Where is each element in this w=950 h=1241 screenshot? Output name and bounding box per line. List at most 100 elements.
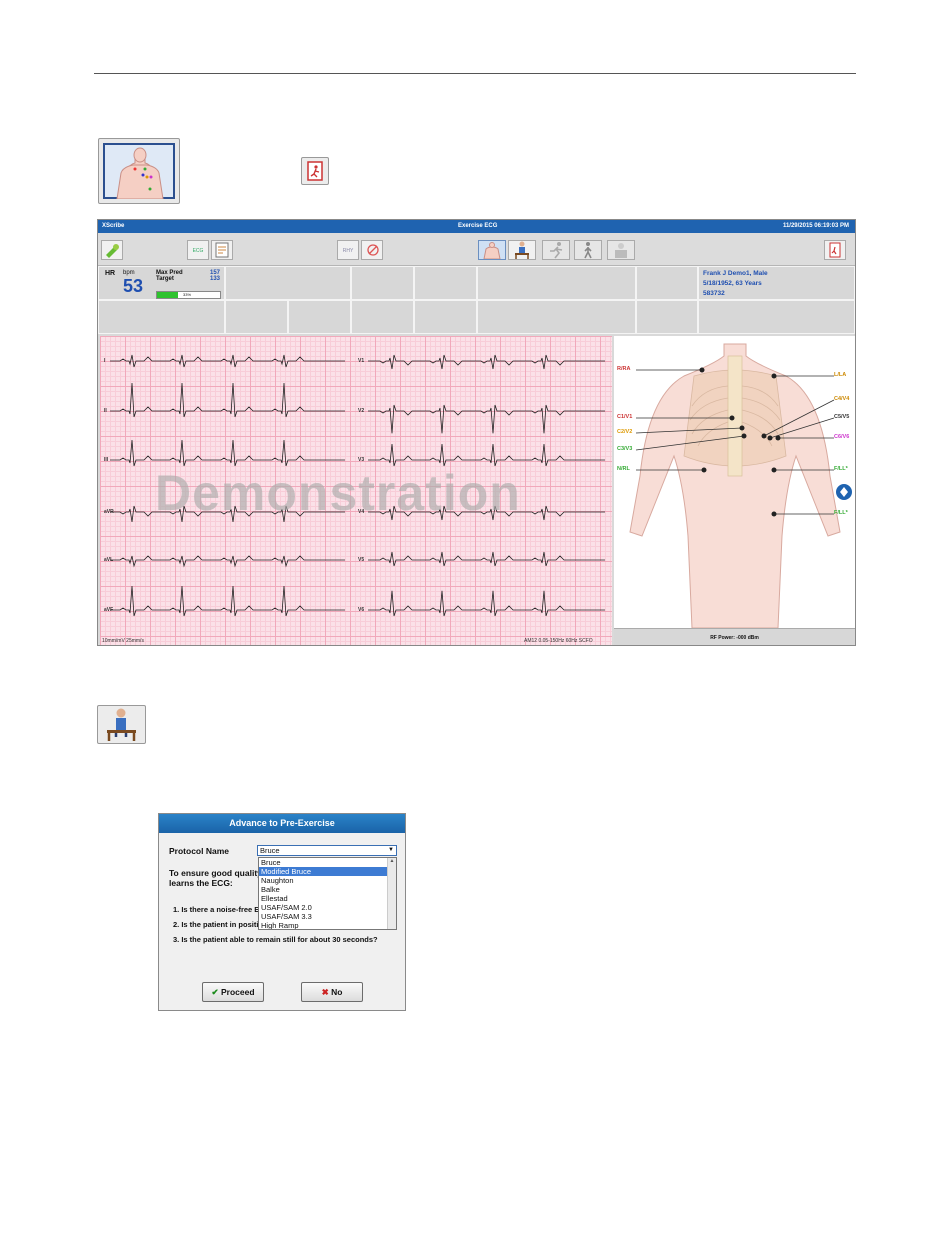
lead-label-V6: V6 — [358, 607, 365, 613]
electrode-label-ll-alt: F/LL* — [834, 510, 848, 516]
screen-title: Exercise ECG — [458, 223, 498, 229]
info-cell-empty — [636, 266, 698, 300]
ecg-trace — [368, 551, 605, 567]
app-name: XScribe — [102, 223, 125, 229]
protocol-option[interactable]: Bruce — [259, 858, 396, 867]
info-cell-empty — [288, 300, 351, 334]
protocol-option[interactable]: Naughton — [259, 876, 396, 885]
dialog-title: Advance to Pre-Exercise — [159, 814, 405, 833]
settings-button[interactable] — [101, 240, 123, 260]
xscribe-window: XScribe Exercise ECG 11/29/2015 06:19:03… — [97, 219, 856, 646]
rf-power-status: RF Power: -000 dBm — [614, 628, 855, 645]
chevron-down-icon: ▼ — [388, 847, 394, 853]
info-cell-empty — [698, 300, 855, 334]
target-label: Target — [156, 276, 174, 282]
info-cell-empty — [477, 266, 636, 300]
protocol-option[interactable]: Modified Bruce — [259, 867, 396, 876]
ecg-trace — [368, 590, 605, 617]
exit-icon — [829, 242, 841, 258]
ecg-label: ECG — [192, 248, 204, 254]
proceed-button[interactable]: ✔ Proceed — [202, 982, 264, 1002]
lead-label-aVR: aVR — [104, 509, 114, 515]
question-1: 1. Is there a noise-free EC — [173, 905, 265, 914]
electrode-label-v5: C5/V5 — [834, 414, 850, 420]
electrode-label-ll: F/LL* — [834, 466, 848, 472]
patient-cell: Frank J Demo1, Male 5/18/1952, 63 Years … — [698, 266, 855, 300]
report-button[interactable] — [211, 240, 233, 260]
ecg-trace — [368, 354, 605, 370]
exercise-tab[interactable] — [542, 240, 570, 260]
protocol-option[interactable]: USAF/SAM 3.3 — [259, 912, 396, 921]
rhythm-button[interactable]: RHY — [337, 240, 359, 260]
lead-label-aVF: aVF — [104, 607, 114, 613]
ecg-trace — [110, 585, 345, 617]
patient-id: 583732 — [703, 290, 725, 297]
protocol-option[interactable]: Ellestad — [259, 894, 396, 903]
hr-value: 53 — [123, 276, 144, 296]
seated-patient-icon — [107, 708, 136, 741]
lead-label-V2: V2 — [358, 408, 365, 414]
ecg-trace — [110, 555, 345, 568]
demonstration-watermark: Demonstration — [155, 465, 521, 521]
rhythm-stop-button[interactable] — [361, 240, 383, 260]
info-cell-empty — [225, 266, 351, 300]
checkmark-icon: ✔ — [211, 987, 219, 997]
protocol-option[interactable]: USAF/SAM 2.0 — [259, 903, 396, 912]
lead-label-III: III — [104, 457, 109, 463]
info-cell-empty — [414, 300, 477, 334]
ecg-button[interactable]: ECG — [187, 240, 209, 260]
ecg-scale: 10mm/mV 25mm/s — [102, 638, 144, 644]
protocol-name-label: Protocol Name — [169, 846, 229, 856]
info-panel: HR bpm 53 Max Pred 157 Target 133 33% Fr… — [98, 266, 855, 334]
walking-icon — [584, 242, 592, 259]
lead-label-II: II — [104, 408, 107, 414]
no-label: No — [331, 987, 343, 997]
intro-line-2: learns the ECG: — [169, 878, 233, 888]
protocol-options-list[interactable]: Bruce Modified Bruce Naughton Balke Ellestad… — [258, 857, 397, 930]
torso-illustration — [629, 343, 852, 629]
protocol-select[interactable]: Bruce ▼ — [257, 845, 397, 856]
patient-name: Frank J Demo1, Male — [703, 270, 768, 277]
no-button[interactable]: ✖ No — [301, 982, 363, 1002]
lead-placement-icon — [103, 143, 175, 200]
ecg-trace — [110, 354, 345, 368]
protocol-option[interactable]: Balke — [259, 885, 396, 894]
ecg-trace — [368, 443, 605, 467]
info-cell-empty — [351, 266, 414, 300]
pre-exercise-button[interactable] — [97, 705, 146, 744]
torso-icon — [483, 242, 501, 260]
title-bar: XScribe Exercise ECG 11/29/2015 06:19:03… — [98, 220, 855, 233]
ecg-trace — [110, 382, 345, 418]
question-3: 3. Is the patient able to remain still f… — [173, 935, 378, 944]
options-scrollbar[interactable]: ▲ — [387, 858, 396, 929]
lead-label-I: I — [104, 358, 106, 364]
rhythm-stop-icon — [367, 244, 379, 256]
protocol-selected-value: Bruce — [260, 846, 280, 855]
datetime: 11/29/2015 06:19:03 PM — [782, 223, 849, 229]
page-rule — [94, 73, 856, 74]
recovery-tab[interactable] — [574, 240, 602, 260]
lead-label-aVL: aVL — [104, 557, 114, 563]
rhy-label: RHY — [342, 248, 354, 254]
electrode-label-v6: C6/V6 — [834, 434, 850, 440]
protocol-option[interactable]: High Ramp — [259, 921, 396, 929]
electrode-label-v4: C4/V4 — [834, 396, 850, 402]
lead-placement-button[interactable] — [98, 138, 180, 204]
intro-line-1: To ensure good quality — [169, 868, 262, 878]
ecg-display: I II III aVR aVL aVF V1 V2 V3 V4 V5 V6 D… — [100, 336, 612, 645]
info-cell-empty — [414, 266, 477, 300]
hr-label: HR — [105, 270, 116, 277]
final-report-tab[interactable] — [607, 240, 635, 260]
lead-label-V5: V5 — [358, 557, 365, 563]
pre-exercise-tab[interactable] — [508, 240, 536, 260]
info-cell-empty — [477, 300, 636, 334]
ecg-filter-info: AM12 0.05-150Hz 60Hz SCFO — [524, 638, 593, 644]
exit-button[interactable] — [301, 157, 329, 185]
lead-placement-tab[interactable] — [478, 240, 506, 260]
info-cell-empty — [636, 300, 698, 334]
toolbar: ECG RHY — [98, 233, 855, 266]
doctor-icon — [615, 243, 627, 258]
proceed-label: Proceed — [220, 987, 255, 997]
toolbar-exit-button[interactable] — [824, 240, 846, 260]
tools-icon — [106, 244, 119, 258]
